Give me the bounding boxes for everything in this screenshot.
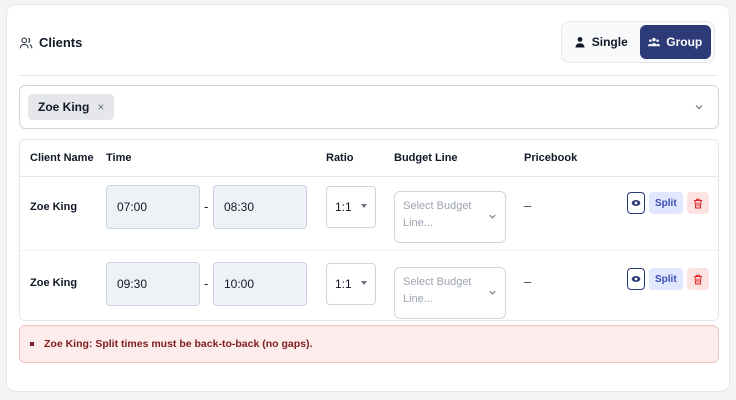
client-multiselect[interactable]: Zoe King × bbox=[19, 85, 719, 129]
column-header-budget-line: Budget Line bbox=[394, 152, 458, 164]
ratio-value: 1:1 bbox=[335, 277, 352, 291]
start-time-input[interactable]: 09:30 bbox=[106, 262, 200, 306]
header-title-group: Clients bbox=[19, 35, 82, 50]
client-name-cell: Zoe King bbox=[30, 277, 78, 289]
budget-line-select[interactable]: Select Budget Line... bbox=[394, 191, 506, 243]
trash-icon bbox=[693, 274, 702, 284]
delete-button[interactable] bbox=[686, 268, 709, 290]
users-icon bbox=[648, 37, 661, 47]
error-bullet bbox=[30, 342, 34, 346]
caret-down-icon bbox=[361, 281, 367, 285]
card-header: Clients Single Group bbox=[7, 5, 729, 77]
row-actions: Split bbox=[627, 268, 709, 290]
client-name-cell: Zoe King bbox=[30, 201, 78, 213]
trash-icon bbox=[693, 198, 702, 208]
mode-toggle: Single Group bbox=[561, 21, 715, 63]
row-actions: Split bbox=[627, 192, 709, 214]
budget-line-placeholder-line1: Select Budget bbox=[403, 276, 472, 288]
user-icon bbox=[575, 37, 585, 48]
ratio-select[interactable]: 1:1 bbox=[326, 263, 376, 305]
single-mode-label: Single bbox=[591, 35, 628, 49]
caret-down-icon bbox=[361, 204, 367, 208]
client-chip: Zoe King × bbox=[28, 94, 115, 120]
budget-line-placeholder-line2: Line... bbox=[403, 217, 433, 229]
clients-card: Clients Single Group Zoe King × Client N… bbox=[6, 4, 730, 392]
column-header-client-name: Client Name bbox=[30, 152, 94, 164]
chip-remove-icon[interactable]: × bbox=[97, 100, 104, 114]
budget-line-select[interactable]: Select Budget Line... bbox=[394, 267, 506, 319]
header-divider bbox=[19, 75, 717, 76]
table-row: Zoe King 07:00 - 08:30 1:1 Select Budget… bbox=[20, 177, 718, 251]
group-mode-button[interactable]: Group bbox=[639, 25, 711, 59]
budget-line-placeholder-line2: Line... bbox=[403, 293, 433, 305]
split-button[interactable]: Split bbox=[649, 192, 683, 214]
page-title: Clients bbox=[39, 35, 83, 50]
validation-error-alert: Zoe King: Split times must be back-to-ba… bbox=[19, 325, 719, 363]
client-chip-label: Zoe King bbox=[38, 100, 90, 114]
chevron-down-icon[interactable] bbox=[694, 102, 704, 112]
column-header-ratio: Ratio bbox=[326, 152, 354, 164]
ratio-select[interactable]: 1:1 bbox=[326, 186, 376, 228]
eye-icon bbox=[631, 276, 641, 282]
column-header-time: Time bbox=[106, 152, 132, 164]
pricebook-cell: – bbox=[524, 198, 532, 213]
eye-icon bbox=[631, 200, 641, 206]
group-mode-label: Group bbox=[666, 35, 703, 49]
end-time-input[interactable]: 10:00 bbox=[213, 262, 307, 306]
start-time-input[interactable]: 07:00 bbox=[106, 185, 200, 229]
pricebook-cell: – bbox=[524, 274, 532, 289]
split-button[interactable]: Split bbox=[649, 268, 683, 290]
split-times-table: Client Name Time Ratio Budget Line Price… bbox=[19, 139, 719, 321]
time-separator: - bbox=[204, 199, 209, 214]
time-separator: - bbox=[204, 276, 209, 291]
table-row: Zoe King 09:30 - 10:00 1:1 Select Budget… bbox=[20, 251, 718, 320]
column-header-pricebook: Pricebook bbox=[524, 152, 578, 164]
budget-line-placeholder-line1: Select Budget bbox=[403, 200, 472, 212]
delete-button[interactable] bbox=[686, 192, 709, 214]
error-message: Zoe King: Split times must be back-to-ba… bbox=[44, 338, 313, 350]
ratio-value: 1:1 bbox=[335, 200, 352, 214]
view-button[interactable] bbox=[627, 268, 645, 290]
view-button[interactable] bbox=[627, 192, 645, 214]
end-time-input[interactable]: 08:30 bbox=[213, 185, 307, 229]
chevron-down-icon bbox=[489, 214, 496, 219]
chevron-down-icon bbox=[489, 290, 496, 295]
users-outline-icon bbox=[19, 37, 33, 48]
single-mode-button[interactable]: Single bbox=[565, 25, 637, 59]
